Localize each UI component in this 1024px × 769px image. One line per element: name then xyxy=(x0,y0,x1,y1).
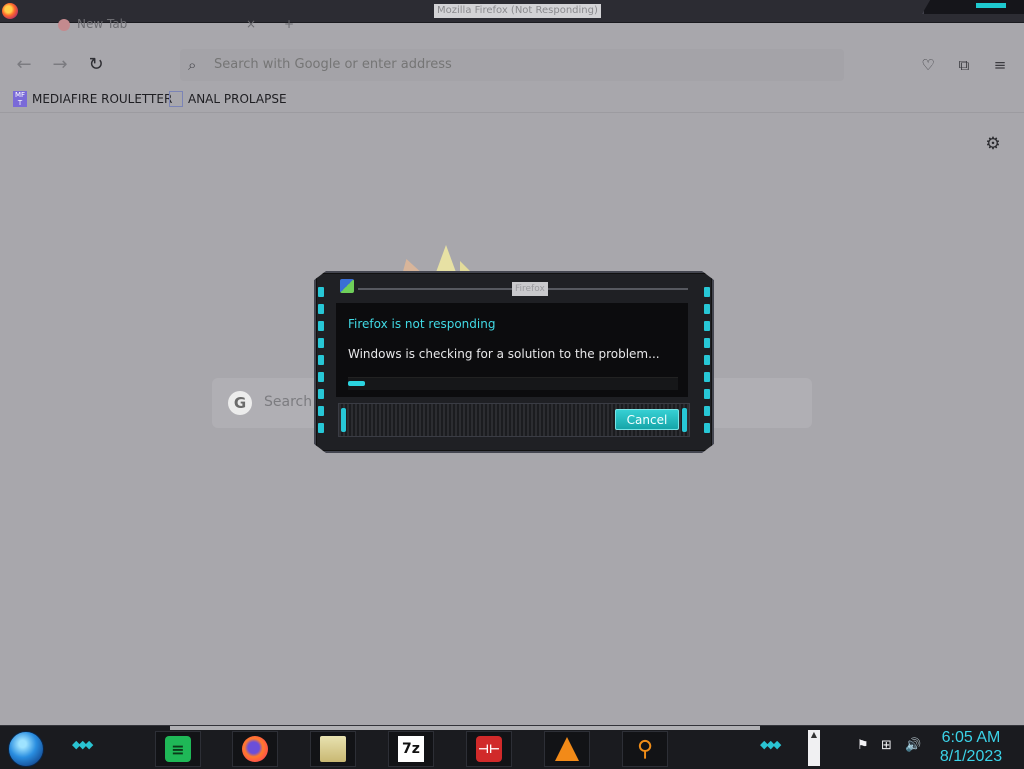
taskbar-app-notes[interactable]: ≡ xyxy=(155,731,201,767)
dialog-right-lights xyxy=(704,287,710,437)
bookmark-mediafire-rouletter[interactable]: MF T MEDIAFIRE ROULETTER xyxy=(13,90,172,108)
firefox-icon xyxy=(2,3,18,19)
firefox-icon xyxy=(242,736,268,762)
bookmark-anal-prolapse[interactable]: ANAL PROLAPSE xyxy=(169,90,287,108)
dialog-left-lights xyxy=(318,287,324,437)
extensions-icon[interactable]: ⧉ xyxy=(953,54,975,76)
bookmark-favicon-icon xyxy=(169,91,183,107)
pocket-icon[interactable]: ♡ xyxy=(917,54,939,76)
taskbar-app-7zip[interactable]: 7z xyxy=(388,731,434,767)
navigation-toolbar: ← → ↻ ⌕ ♡ ⧉ ≡ xyxy=(0,44,1024,86)
taskbar-app-vlc[interactable] xyxy=(544,731,590,767)
tab-label: New Tab xyxy=(77,17,128,31)
taskbar-chevrons-left: ◆◆◆ xyxy=(72,738,93,751)
bookmark-label: ANAL PROLAPSE xyxy=(188,92,287,106)
reload-button[interactable]: ↻ xyxy=(84,54,108,78)
red-app-icon: ⊣⊢ xyxy=(476,736,502,762)
dialog-title: Firefox xyxy=(512,282,548,296)
menu-icon[interactable]: ≡ xyxy=(989,54,1011,76)
footer-light-left xyxy=(341,408,346,432)
magnifier-icon: ⚲ xyxy=(636,736,654,762)
taskbar-decoration xyxy=(170,726,760,730)
action-center-flag-icon[interactable]: ⚑ xyxy=(857,738,869,753)
address-input[interactable] xyxy=(214,57,814,72)
taskbar-app-firefox[interactable] xyxy=(232,731,278,767)
taskbar-chevrons-right: ◆◆◆ xyxy=(760,738,781,751)
dialog-footer: Cancel xyxy=(338,403,690,437)
start-button[interactable] xyxy=(8,731,44,767)
dialog-titlebar: Firefox xyxy=(332,277,694,299)
window-controls-accent xyxy=(976,3,1006,8)
volume-icon[interactable]: 🔊 xyxy=(905,738,921,753)
window-titlebar: Mozilla Firefox (Not Responding) xyxy=(0,0,1024,23)
7zip-icon: 7z xyxy=(398,736,424,762)
tab-strip: New Tab × + xyxy=(0,17,1024,43)
not-responding-dialog: Firefox Firefox is not responding Window… xyxy=(314,271,714,453)
footer-light-right xyxy=(682,408,687,432)
address-bar[interactable]: ⌕ xyxy=(180,49,844,81)
dialog-message: Windows is checking for a solution to th… xyxy=(348,347,660,361)
bookmarks-toolbar: MF T MEDIAFIRE ROULETTER ANAL PROLAPSE xyxy=(0,86,1024,113)
folder-icon xyxy=(320,736,346,762)
notes-icon: ≡ xyxy=(165,736,191,762)
dialog-heading: Firefox is not responding xyxy=(348,317,496,331)
logo-flame-center xyxy=(435,245,457,275)
windows-app-icon xyxy=(340,279,354,293)
window-title: Mozilla Firefox (Not Responding) xyxy=(434,4,601,18)
bookmark-label: MEDIAFIRE ROULETTER xyxy=(32,92,173,106)
dialog-body: Firefox is not responding Windows is che… xyxy=(336,303,688,397)
settings-gear-icon[interactable]: ⚙ xyxy=(982,133,1004,155)
vlc-cone-icon xyxy=(555,737,579,761)
google-logo-icon: G xyxy=(228,391,252,415)
forward-button[interactable]: → xyxy=(48,54,72,78)
cancel-button[interactable]: Cancel xyxy=(615,409,679,430)
progress-fill xyxy=(348,381,365,386)
taskbar-app-search[interactable]: ⚲ xyxy=(622,731,668,767)
taskbar-clock[interactable]: 6:05 AM 8/1/2023 xyxy=(938,728,1004,766)
search-icon: ⌕ xyxy=(188,56,197,74)
tab-favicon-icon xyxy=(58,19,70,31)
taskbar-app-file-explorer[interactable] xyxy=(310,731,356,767)
progress-bar xyxy=(348,377,678,390)
window-controls[interactable] xyxy=(922,0,1024,14)
clock-date: 8/1/2023 xyxy=(939,748,1003,765)
back-button[interactable]: ← xyxy=(12,54,36,78)
clock-time: 6:05 AM xyxy=(941,729,1001,746)
tab-close-icon[interactable]: × xyxy=(246,17,256,31)
taskbar-app-red[interactable]: ⊣⊢ xyxy=(466,731,512,767)
bookmark-favicon-icon: MF T xyxy=(13,91,27,107)
new-tab-button[interactable]: + xyxy=(284,17,294,31)
firefox-logo xyxy=(400,245,480,275)
taskbar: ◆◆◆ ≡ 7z ⊣⊢ ⚲ ◆◆◆ ▲ ⚑ ⊞ 🔊 6:05 AM 8/1/20… xyxy=(0,725,1024,769)
network-icon[interactable]: ⊞ xyxy=(881,738,892,753)
tab-new-tab[interactable]: New Tab × xyxy=(40,17,270,43)
show-hidden-icons-button[interactable]: ▲ xyxy=(808,730,820,766)
google-search-placeholder: Search xyxy=(264,394,313,410)
